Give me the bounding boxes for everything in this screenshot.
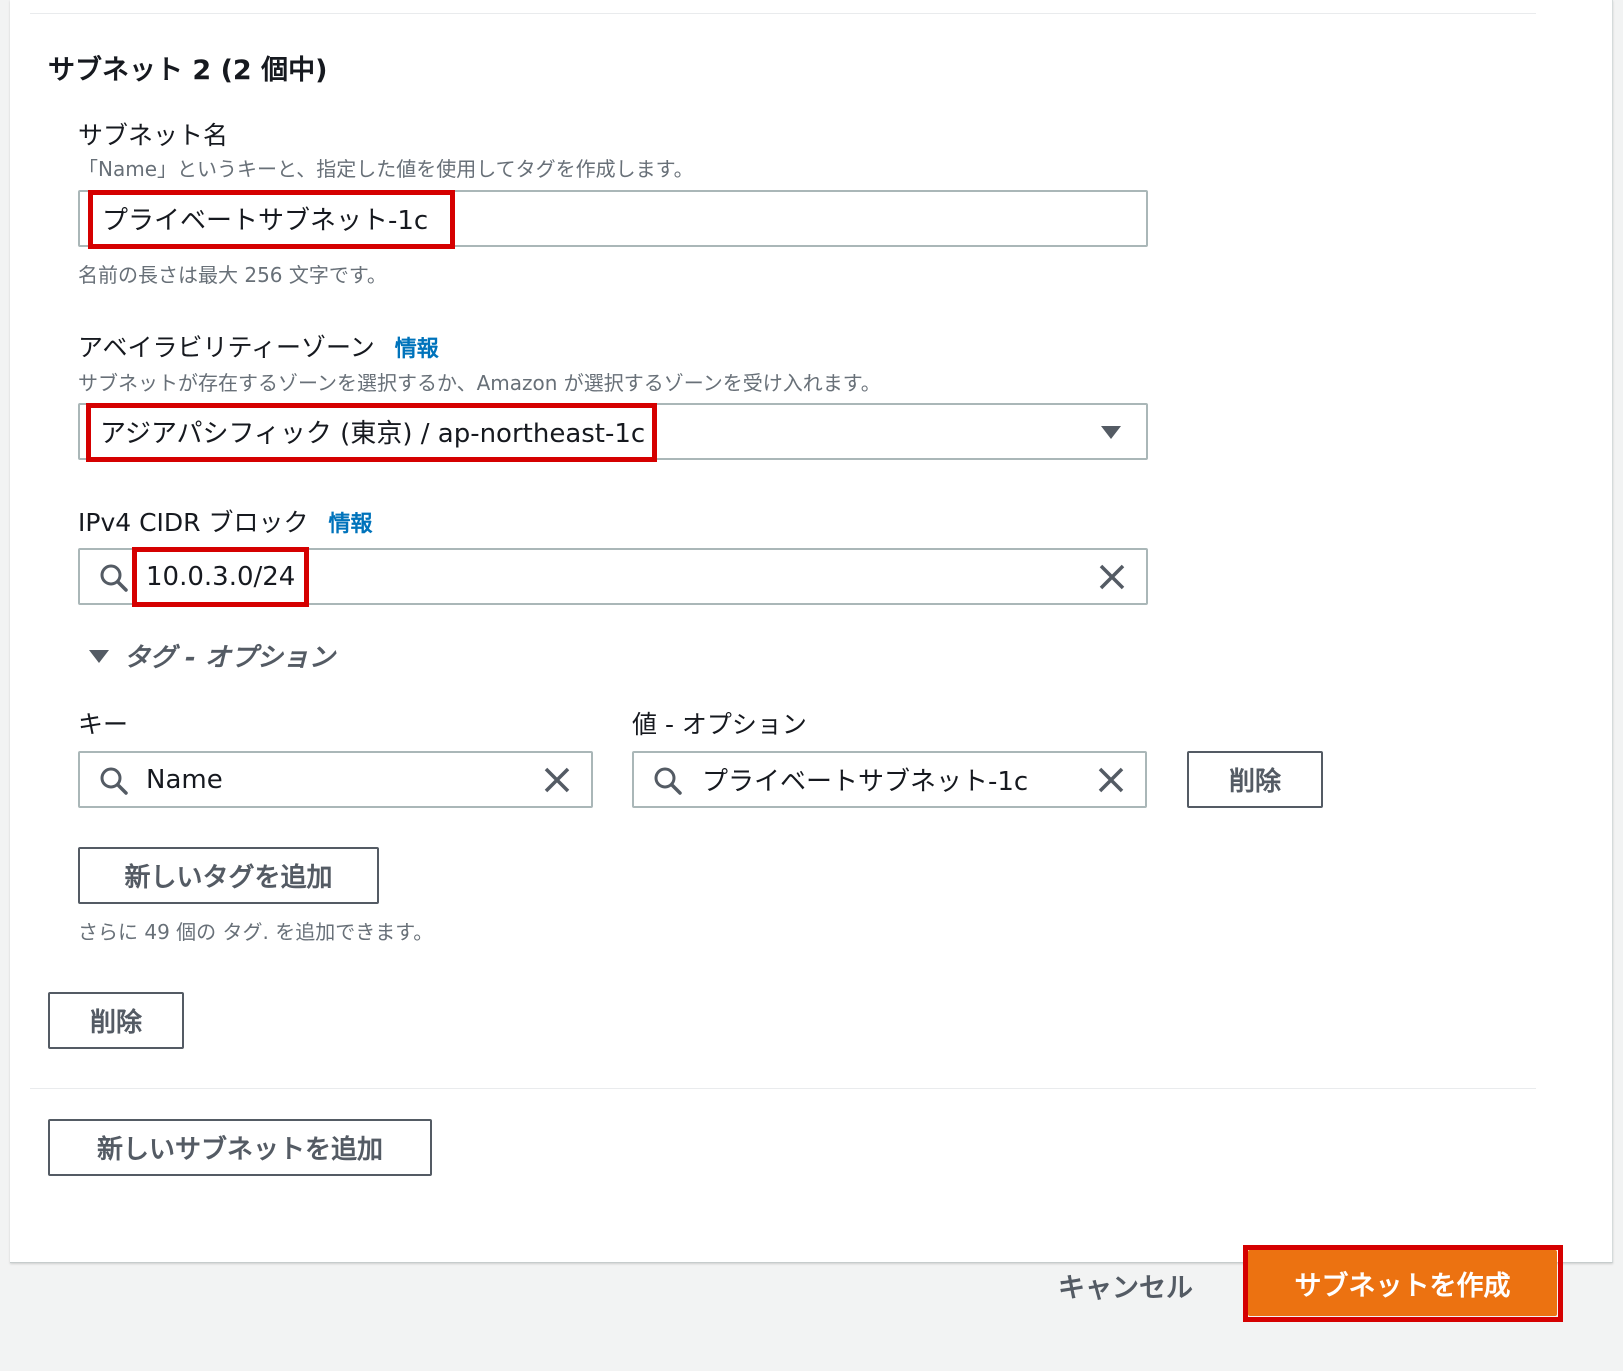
add-subnet-button[interactable]: 新しいサブネットを追加 <box>48 1119 432 1176</box>
remove-subnet-button[interactable]: 削除 <box>48 992 184 1049</box>
cidr-value: 10.0.3.0/24 <box>146 561 296 592</box>
section-title: サブネット 2 (2 個中) <box>48 55 328 86</box>
caret-down-icon <box>89 649 109 663</box>
tags-remaining-text: さらに 49 個の タグ. を追加できます。 <box>78 920 434 944</box>
top-divider <box>30 13 1536 14</box>
subnet-name-label: サブネット名 <box>78 121 229 150</box>
availability-zone-select[interactable]: アジアパシフィック (東京) / ap-northeast-1c <box>78 403 1148 460</box>
tag-key-label: キー <box>78 710 129 739</box>
tags-toggle[interactable]: タグ - オプション <box>88 637 335 674</box>
availability-zone-info-link[interactable]: 情報 <box>395 337 439 362</box>
create-subnet-button[interactable]: サブネットを作成 <box>1248 1250 1557 1316</box>
search-icon <box>100 767 128 795</box>
tag-value-input[interactable]: プライベートサブネット-1c <box>632 751 1147 808</box>
subnet-name-description: 「Name」というキーと、指定した値を使用してタグを作成します。 <box>78 157 694 181</box>
add-tag-button[interactable]: 新しいタグを追加 <box>78 847 379 904</box>
availability-zone-description: サブネットが存在するゾーンを選択するか、Amazon が選択するゾーンを受け入れ… <box>78 371 881 395</box>
cidr-label: IPv4 CIDR ブロック <box>78 508 309 537</box>
clear-icon[interactable] <box>1098 563 1126 591</box>
tag-value-label: 値 - オプション <box>632 710 807 739</box>
tag-key-input[interactable]: Name <box>78 751 593 808</box>
availability-zone-label: アベイラビリティーゾーン <box>78 333 375 362</box>
clear-icon[interactable] <box>1097 766 1125 794</box>
remove-tag-button[interactable]: 削除 <box>1187 751 1323 808</box>
cidr-label-row: IPv4 CIDR ブロック 情報 <box>78 503 373 539</box>
cancel-button[interactable]: キャンセル <box>1058 1266 1193 1305</box>
subnet-settings-panel: サブネット 2 (2 個中) サブネット名 「Name」というキーと、指定した値… <box>10 0 1613 1263</box>
tag-key-value: Name <box>146 764 223 795</box>
cidr-info-link[interactable]: 情報 <box>329 512 373 537</box>
availability-zone-value: アジアパシフィック (東京) / ap-northeast-1c <box>100 419 646 449</box>
subnet-name-input[interactable]: プライベートサブネット-1c <box>78 190 1148 247</box>
availability-zone-label-row: アベイラビリティーゾーン 情報 <box>78 328 439 364</box>
tag-value-value: プライベートサブネット-1c <box>702 767 1029 797</box>
subnet-name-value: プライベートサブネット-1c <box>102 206 429 236</box>
search-icon <box>654 767 682 795</box>
cidr-input[interactable]: 10.0.3.0/24 <box>78 548 1148 605</box>
subnet-name-constraint: 名前の長さは最大 256 文字です。 <box>78 263 387 287</box>
search-icon <box>100 564 128 592</box>
caret-down-icon <box>1101 426 1121 439</box>
tags-toggle-label: タグ - オプション <box>124 643 335 673</box>
bottom-divider <box>30 1088 1536 1089</box>
clear-icon[interactable] <box>543 766 571 794</box>
